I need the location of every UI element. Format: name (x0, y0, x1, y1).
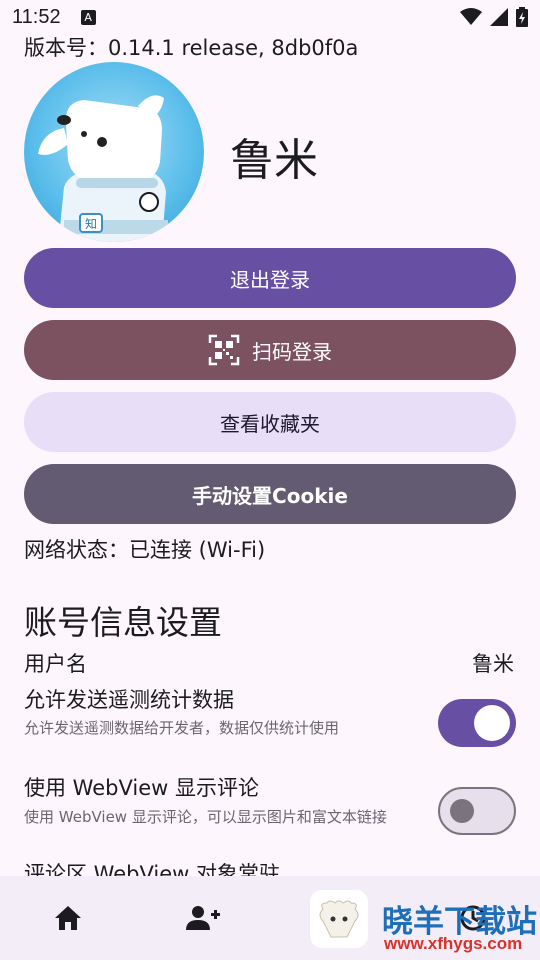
wifi-icon (460, 8, 482, 25)
watermark-url: www.xfhygs.com (384, 934, 523, 953)
telemetry-description: 允许发送遥测数据给开发者，数据仅供统计使用 (24, 719, 340, 737)
view-favorites-button[interactable]: 查看收藏夹 (24, 392, 516, 452)
home-icon (54, 906, 81, 930)
set-cookie-button-label: 手动设置Cookie (192, 483, 348, 508)
watermark-logo (310, 890, 368, 948)
toggle-knob (474, 705, 510, 741)
signal-icon (490, 8, 508, 26)
astronaut-dog-avatar-icon: 知 (38, 95, 168, 242)
scan-login-button-label: 扫码登录 (252, 339, 332, 364)
scan-login-button[interactable]: 扫码登录 (24, 320, 516, 380)
telemetry-title: 允许发送遥测统计数据 (24, 688, 234, 712)
view-favorites-button-label: 查看收藏夹 (220, 411, 320, 436)
nickname: 鲁米 (230, 135, 318, 186)
qr-code-icon (208, 334, 240, 366)
section-title: 账号信息设置 (24, 603, 222, 642)
logout-button[interactable]: 退出登录 (24, 248, 516, 308)
status-time: 11:52 (12, 5, 61, 28)
webview-comments-toggle[interactable] (438, 787, 516, 835)
set-cookie-button[interactable]: 手动设置Cookie (24, 464, 516, 524)
toggle-knob (450, 799, 474, 823)
status-bar: 11:52 A (0, 0, 540, 34)
version-text: 版本号：0.14.1 release, 8db0f0a (24, 36, 359, 60)
sheep-logo-icon (319, 900, 359, 938)
webview-comments-description: 使用 WebView 显示评论，可以显示图片和富文本链接 (24, 808, 387, 826)
battery-icon (516, 7, 528, 27)
network-status: 网络状态：已连接 (Wi-Fi) (24, 538, 266, 562)
username-label: 用户名 (24, 652, 87, 676)
logout-button-label: 退出登录 (230, 267, 310, 292)
nav-home[interactable] (0, 876, 135, 960)
person-add-icon (185, 906, 220, 930)
status-indicators (460, 7, 528, 27)
username-value[interactable]: 鲁米 (472, 648, 514, 678)
telemetry-toggle[interactable] (438, 699, 516, 747)
notification-icon: A (80, 9, 96, 25)
avatar[interactable]: 知 (24, 62, 204, 242)
svg-text:知: 知 (85, 217, 97, 231)
nav-add-account[interactable] (135, 876, 270, 960)
webview-comments-title: 使用 WebView 显示评论 (24, 776, 259, 800)
